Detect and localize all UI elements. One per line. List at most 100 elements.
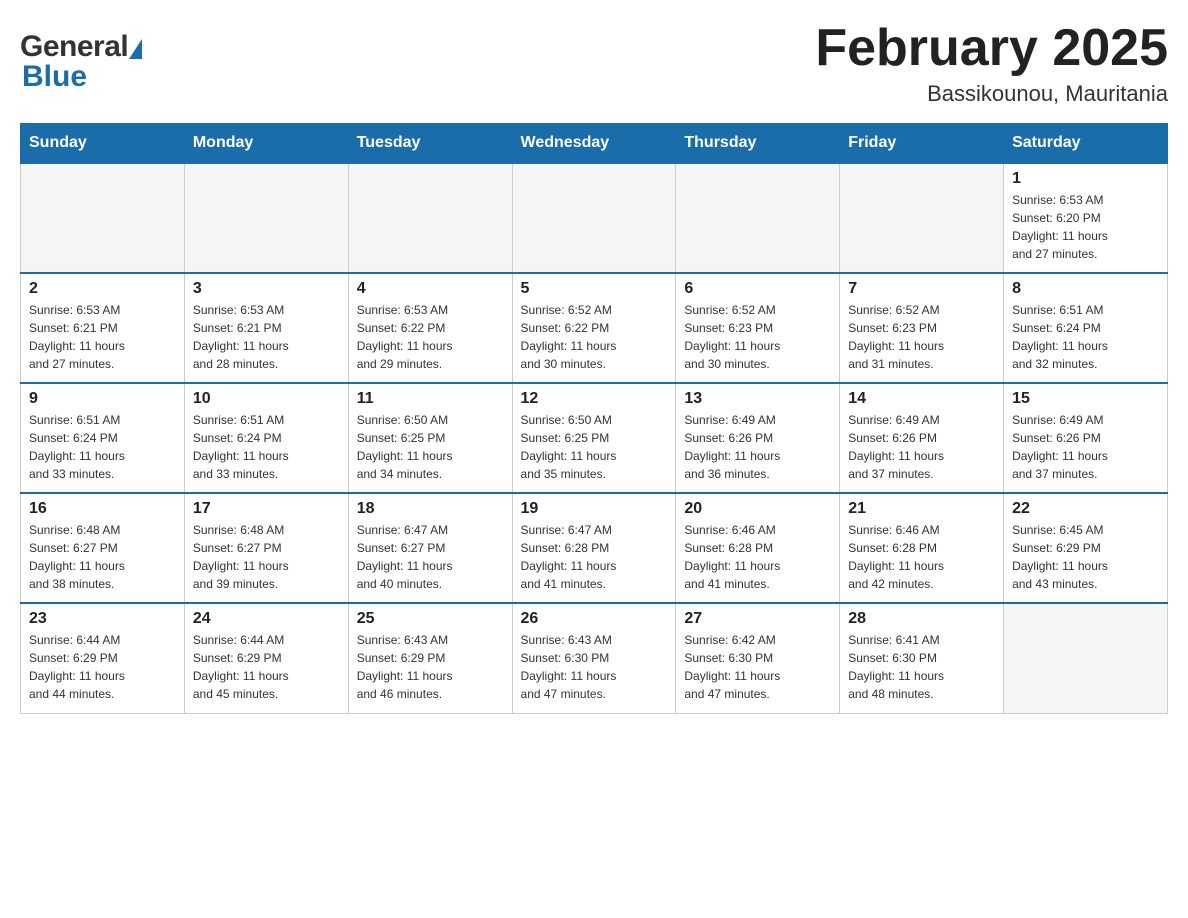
day-number: 10 [193, 390, 340, 408]
day-info: Sunrise: 6:47 AMSunset: 6:28 PMDaylight:… [521, 521, 668, 593]
day-info: Sunrise: 6:50 AMSunset: 6:25 PMDaylight:… [521, 411, 668, 483]
calendar-cell [512, 163, 676, 273]
logo-blue: Blue [22, 60, 87, 93]
day-number: 13 [684, 390, 831, 408]
calendar-cell: 26 Sunrise: 6:43 AMSunset: 6:30 PMDayligh… [512, 603, 676, 713]
calendar-cell: 6 Sunrise: 6:52 AMSunset: 6:23 PMDaylight… [676, 273, 840, 383]
calendar-cell: 14Sunrise: 6:49 AMSunset: 6:26 PMDayligh… [840, 383, 1004, 493]
calendar-cell: 19 Sunrise: 6:47 AMSunset: 6:28 PMDayligh… [512, 493, 676, 603]
calendar-cell: 11 Sunrise: 6:50 AMSunset: 6:25 PMDayligh… [348, 383, 512, 493]
calendar-cell: 13 Sunrise: 6:49 AMSunset: 6:26 PMDayligh… [676, 383, 840, 493]
calendar-cell: 15Sunrise: 6:49 AMSunset: 6:26 PMDayligh… [1004, 383, 1168, 493]
calendar-cell: 8 Sunrise: 6:51 AMSunset: 6:24 PMDaylight… [1004, 273, 1168, 383]
calendar-cell: 20 Sunrise: 6:46 AMSunset: 6:28 PMDayligh… [676, 493, 840, 603]
title-area: February 2025 Bassikounou, Mauritania [815, 20, 1168, 107]
calendar-cell: 16 Sunrise: 6:48 AMSunset: 6:27 PMDayligh… [21, 493, 185, 603]
day-info: Sunrise: 6:51 AMSunset: 6:24 PMDaylight:… [1012, 301, 1159, 373]
calendar-cell: 28 Sunrise: 6:41 AMSunset: 6:30 PMDayligh… [840, 603, 1004, 713]
day-number: 12 [521, 390, 668, 408]
calendar-cell: 17 Sunrise: 6:48 AMSunset: 6:27 PMDayligh… [184, 493, 348, 603]
calendar-cell: 1Sunrise: 6:53 AMSunset: 6:20 PMDaylight… [1004, 163, 1168, 273]
day-number: 5 [521, 280, 668, 298]
calendar-cell: 18 Sunrise: 6:47 AMSunset: 6:27 PMDayligh… [348, 493, 512, 603]
calendar-cell: 12 Sunrise: 6:50 AMSunset: 6:25 PMDayligh… [512, 383, 676, 493]
weekday-header-saturday: Saturday [1004, 124, 1168, 164]
day-number: 6 [684, 280, 831, 298]
day-number: 22 [1012, 500, 1159, 518]
day-number: 19 [521, 500, 668, 518]
calendar-cell: 9 Sunrise: 6:51 AMSunset: 6:24 PMDaylight… [21, 383, 185, 493]
calendar-table: SundayMondayTuesdayWednesdayThursdayFrid… [20, 123, 1168, 714]
page-header: General Blue February 2025 Bassikounou, … [20, 20, 1168, 107]
day-info: Sunrise: 6:41 AMSunset: 6:30 PMDaylight:… [848, 631, 995, 703]
day-info: Sunrise: 6:48 AMSunset: 6:27 PMDaylight:… [193, 521, 340, 593]
day-info: Sunrise: 6:43 AMSunset: 6:29 PMDaylight:… [357, 631, 504, 703]
day-number: 2 [29, 280, 176, 298]
day-number: 17 [193, 500, 340, 518]
day-number: 28 [848, 610, 995, 628]
day-info: Sunrise: 6:48 AMSunset: 6:27 PMDaylight:… [29, 521, 176, 593]
day-number: 4 [357, 280, 504, 298]
day-number: 3 [193, 280, 340, 298]
day-info: Sunrise: 6:46 AMSunset: 6:28 PMDaylight:… [684, 521, 831, 593]
day-info: Sunrise: 6:44 AMSunset: 6:29 PMDaylight:… [29, 631, 176, 703]
day-info: Sunrise: 6:44 AMSunset: 6:29 PMDaylight:… [193, 631, 340, 703]
day-number: 7 [848, 280, 995, 298]
day-info: Sunrise: 6:52 AMSunset: 6:23 PMDaylight:… [684, 301, 831, 373]
day-info: Sunrise: 6:53 AMSunset: 6:22 PMDaylight:… [357, 301, 504, 373]
day-number: 26 [521, 610, 668, 628]
day-info: Sunrise: 6:47 AMSunset: 6:27 PMDaylight:… [357, 521, 504, 593]
logo-general: General [20, 30, 128, 64]
logo-icon [129, 39, 142, 59]
calendar-cell: 4 Sunrise: 6:53 AMSunset: 6:22 PMDaylight… [348, 273, 512, 383]
day-info: Sunrise: 6:46 AMSunset: 6:28 PMDaylight:… [848, 521, 995, 593]
calendar-cell: 3 Sunrise: 6:53 AMSunset: 6:21 PMDaylight… [184, 273, 348, 383]
day-number: 25 [357, 610, 504, 628]
weekday-header-thursday: Thursday [676, 124, 840, 164]
day-number: 24 [193, 610, 340, 628]
weekday-header-sunday: Sunday [21, 124, 185, 164]
day-info: Sunrise: 6:49 AMSunset: 6:26 PMDaylight:… [848, 411, 995, 483]
calendar-cell [676, 163, 840, 273]
day-info: Sunrise: 6:52 AMSunset: 6:23 PMDaylight:… [848, 301, 995, 373]
day-info: Sunrise: 6:53 AMSunset: 6:21 PMDaylight:… [29, 301, 176, 373]
day-number: 20 [684, 500, 831, 518]
day-number: 8 [1012, 280, 1159, 298]
calendar-cell: 2 Sunrise: 6:53 AMSunset: 6:21 PMDaylight… [21, 273, 185, 383]
weekday-header-row: SundayMondayTuesdayWednesdayThursdayFrid… [21, 124, 1168, 164]
day-info: Sunrise: 6:50 AMSunset: 6:25 PMDaylight:… [357, 411, 504, 483]
week-row-4: 16 Sunrise: 6:48 AMSunset: 6:27 PMDayligh… [21, 493, 1168, 603]
week-row-1: 1Sunrise: 6:53 AMSunset: 6:20 PMDaylight… [21, 163, 1168, 273]
logo: General Blue [20, 30, 142, 94]
calendar-cell [840, 163, 1004, 273]
week-row-5: 23Sunrise: 6:44 AMSunset: 6:29 PMDayligh… [21, 603, 1168, 713]
month-year-title: February 2025 [815, 20, 1168, 77]
week-row-3: 9 Sunrise: 6:51 AMSunset: 6:24 PMDaylight… [21, 383, 1168, 493]
calendar-cell [1004, 603, 1168, 713]
day-number: 11 [357, 390, 504, 408]
day-info: Sunrise: 6:45 AMSunset: 6:29 PMDaylight:… [1012, 521, 1159, 593]
calendar-cell: 21 Sunrise: 6:46 AMSunset: 6:28 PMDayligh… [840, 493, 1004, 603]
calendar-cell: 5 Sunrise: 6:52 AMSunset: 6:22 PMDaylight… [512, 273, 676, 383]
day-info: Sunrise: 6:49 AMSunset: 6:26 PMDaylight:… [684, 411, 831, 483]
day-number: 16 [29, 500, 176, 518]
calendar-cell: 27Sunrise: 6:42 AMSunset: 6:30 PMDayligh… [676, 603, 840, 713]
day-info: Sunrise: 6:42 AMSunset: 6:30 PMDaylight:… [684, 631, 831, 703]
calendar-cell [348, 163, 512, 273]
calendar-cell: 23Sunrise: 6:44 AMSunset: 6:29 PMDayligh… [21, 603, 185, 713]
calendar-cell: 25 Sunrise: 6:43 AMSunset: 6:29 PMDayligh… [348, 603, 512, 713]
weekday-header-wednesday: Wednesday [512, 124, 676, 164]
weekday-header-friday: Friday [840, 124, 1004, 164]
calendar-cell: 7 Sunrise: 6:52 AMSunset: 6:23 PMDaylight… [840, 273, 1004, 383]
day-info: Sunrise: 6:52 AMSunset: 6:22 PMDaylight:… [521, 301, 668, 373]
weekday-header-monday: Monday [184, 124, 348, 164]
day-number: 1 [1012, 170, 1159, 188]
day-number: 15 [1012, 390, 1159, 408]
day-number: 9 [29, 390, 176, 408]
day-info: Sunrise: 6:53 AMSunset: 6:21 PMDaylight:… [193, 301, 340, 373]
day-number: 18 [357, 500, 504, 518]
day-info: Sunrise: 6:51 AMSunset: 6:24 PMDaylight:… [29, 411, 176, 483]
day-info: Sunrise: 6:43 AMSunset: 6:30 PMDaylight:… [521, 631, 668, 703]
calendar-cell: 24 Sunrise: 6:44 AMSunset: 6:29 PMDayligh… [184, 603, 348, 713]
day-number: 21 [848, 500, 995, 518]
